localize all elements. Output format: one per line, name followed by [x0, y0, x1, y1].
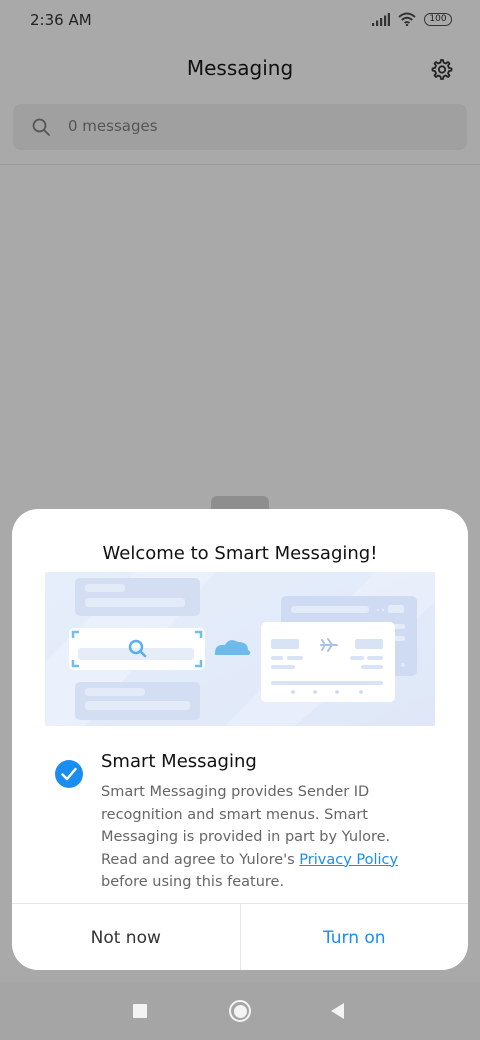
- back-icon[interactable]: [331, 1003, 344, 1019]
- search-icon: [32, 118, 50, 136]
- signal-icon: [372, 12, 390, 26]
- smart-messaging-dialog: Welcome to Smart Messaging! Smart Messag…: [12, 509, 468, 970]
- feature-description: Smart Messaging provides Sender ID recog…: [101, 781, 431, 894]
- navigation-bar: [0, 982, 480, 1040]
- turn-on-button[interactable]: Turn on: [241, 904, 469, 970]
- not-now-button[interactable]: Not now: [12, 904, 241, 970]
- wifi-icon: [398, 12, 416, 26]
- battery-level: 100: [429, 14, 447, 24]
- dialog-title: Welcome to Smart Messaging!: [102, 543, 378, 564]
- gear-icon[interactable]: [428, 57, 454, 83]
- dialog-actions: Not now Turn on: [12, 903, 468, 970]
- smart-messaging-checkbox[interactable]: [55, 760, 83, 788]
- description-suffix: before using this feature.: [101, 874, 285, 890]
- status-icons: 100: [372, 12, 452, 26]
- recent-apps-icon[interactable]: [133, 1004, 147, 1018]
- battery-icon: 100: [424, 12, 452, 26]
- search-bar[interactable]: 0 messages: [13, 104, 467, 150]
- search-input[interactable]: 0 messages: [68, 117, 158, 135]
- divider: [0, 164, 480, 165]
- status-time: 2:36 AM: [30, 11, 92, 29]
- status-bar: 2:36 AM 100: [0, 0, 480, 40]
- checkmark-icon: [61, 767, 77, 781]
- smart-messaging-illustration: [45, 572, 435, 726]
- page-title: Messaging: [186, 56, 294, 80]
- privacy-policy-link[interactable]: Privacy Policy: [299, 852, 398, 868]
- home-icon[interactable]: [229, 1000, 251, 1022]
- feature-title: Smart Messaging: [101, 751, 257, 772]
